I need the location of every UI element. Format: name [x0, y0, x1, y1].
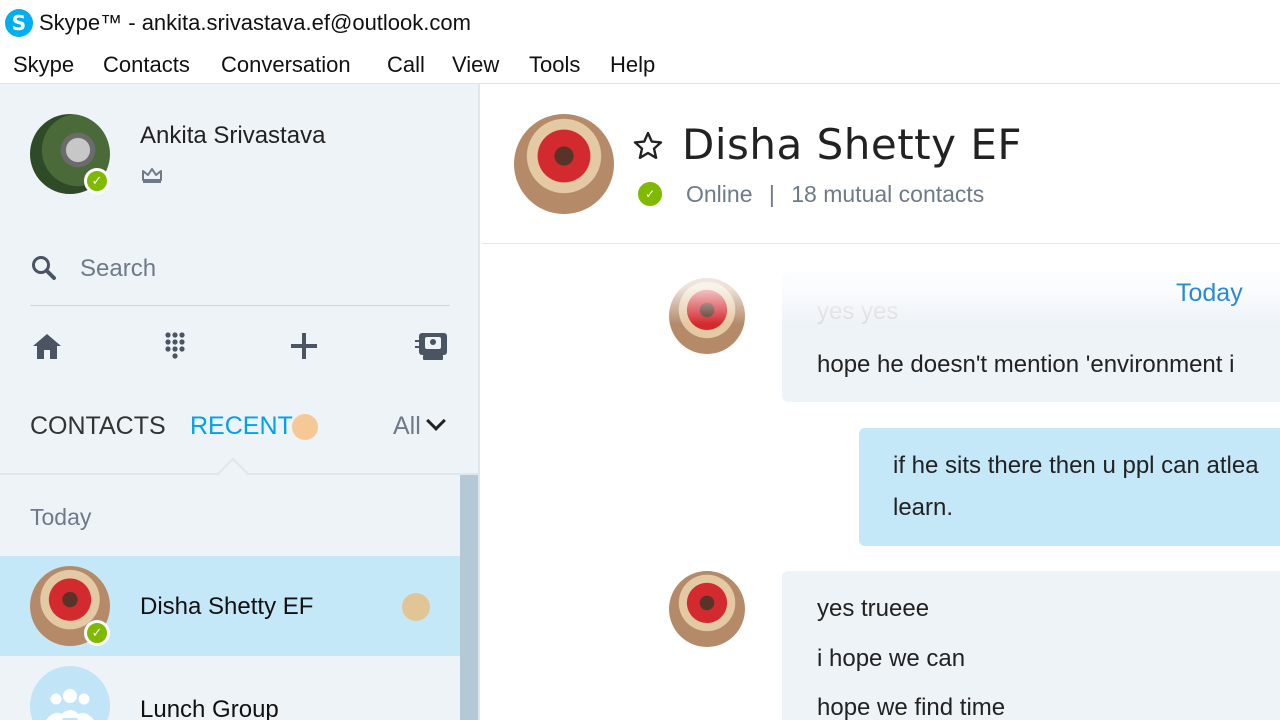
conversation-pane: Disha Shetty EF ✓ Online | 18 mutual con… — [482, 84, 1280, 720]
list-item[interactable]: Lunch Group — [0, 656, 460, 720]
title-bar: S Skype™ - ankita.srivastava.ef@outlook.… — [0, 0, 1280, 46]
sender-avatar[interactable] — [669, 278, 745, 354]
filter-label: All — [393, 412, 421, 440]
sidebar: ✓ Ankita Srivastava Search CONTACTS RECE… — [0, 84, 480, 720]
list-item[interactable]: ✓ Disha Shetty EF — [0, 556, 460, 656]
mutual-contacts-link[interactable]: 18 mutual contacts — [791, 181, 984, 207]
unread-indicator — [402, 593, 430, 621]
contact-name: Lunch Group — [140, 696, 279, 720]
menu-skype[interactable]: Skype — [13, 52, 74, 78]
message-bubble-outgoing: if he sits there then u ppl can atlea le… — [859, 428, 1280, 546]
contact-name: Disha Shetty EF — [140, 593, 314, 620]
message-text: i hope we can — [817, 645, 966, 672]
add-icon[interactable] — [287, 329, 321, 363]
message-history[interactable]: yes yes hope he doesn't mention 'environ… — [482, 244, 1280, 720]
favorite-star-icon[interactable] — [632, 130, 664, 162]
conversation-status: Online | 18 mutual contacts — [686, 181, 984, 208]
date-separator: Today — [1176, 279, 1243, 307]
message-text: yes yes — [817, 298, 899, 325]
sender-avatar[interactable] — [669, 571, 745, 647]
menu-bar: Skype Contacts Conversation Call View To… — [0, 46, 1280, 84]
conversation-header: Disha Shetty EF ✓ Online | 18 mutual con… — [482, 84, 1280, 244]
message-text: if he sits there then u ppl can atlea — [893, 452, 1259, 479]
conversation-title: Disha Shetty EF — [682, 120, 1023, 169]
quick-actions-toolbar — [30, 329, 450, 369]
chevron-down-icon — [425, 411, 446, 431]
message-bubble: yes trueee i hope we can hope we find ti… — [782, 571, 1280, 720]
menu-help[interactable]: Help — [610, 52, 655, 78]
status-separator: | — [768, 181, 775, 207]
message-text: hope he doesn't mention 'environment i — [817, 351, 1235, 378]
group-avatar — [30, 666, 110, 720]
menu-call[interactable]: Call — [387, 52, 425, 78]
conversation-avatar[interactable] — [514, 114, 614, 214]
profile-name[interactable]: Ankita Srivastava — [140, 122, 325, 150]
presence-online-icon: ✓ — [638, 182, 662, 206]
group-icon — [46, 689, 94, 720]
crown-icon[interactable] — [141, 166, 163, 184]
presence-online-icon: ✓ — [84, 168, 110, 194]
tab-contacts[interactable]: CONTACTS — [30, 412, 166, 441]
filter-dropdown[interactable]: All — [393, 411, 446, 441]
search-box[interactable] — [30, 244, 450, 306]
recent-list: Today ✓ Disha Shetty EF Lunch Group — [0, 475, 460, 720]
menu-contacts[interactable]: Contacts — [103, 52, 190, 78]
dialpad-icon[interactable] — [158, 329, 192, 363]
status-label: Online — [686, 181, 753, 207]
recent-unread-badge — [292, 414, 318, 440]
window-title: Skype™ - ankita.srivastava.ef@outlook.co… — [39, 10, 471, 35]
presence-online-icon: ✓ — [84, 620, 110, 646]
sidebar-scrollbar[interactable] — [460, 475, 478, 720]
message-text: yes trueee — [817, 595, 930, 622]
message-text: learn. — [893, 494, 954, 521]
menu-conversation[interactable]: Conversation — [221, 52, 351, 78]
contact-card-icon[interactable] — [414, 329, 448, 363]
tab-recent[interactable]: RECENT — [190, 412, 293, 441]
section-label-today: Today — [30, 504, 92, 530]
home-icon[interactable] — [30, 329, 64, 363]
search-input[interactable] — [80, 252, 440, 286]
menu-view[interactable]: View — [452, 52, 499, 78]
skype-logo-icon: S — [5, 9, 33, 37]
menu-tools[interactable]: Tools — [529, 52, 580, 78]
search-icon — [32, 256, 56, 280]
message-text: hope we find time — [817, 694, 1006, 720]
